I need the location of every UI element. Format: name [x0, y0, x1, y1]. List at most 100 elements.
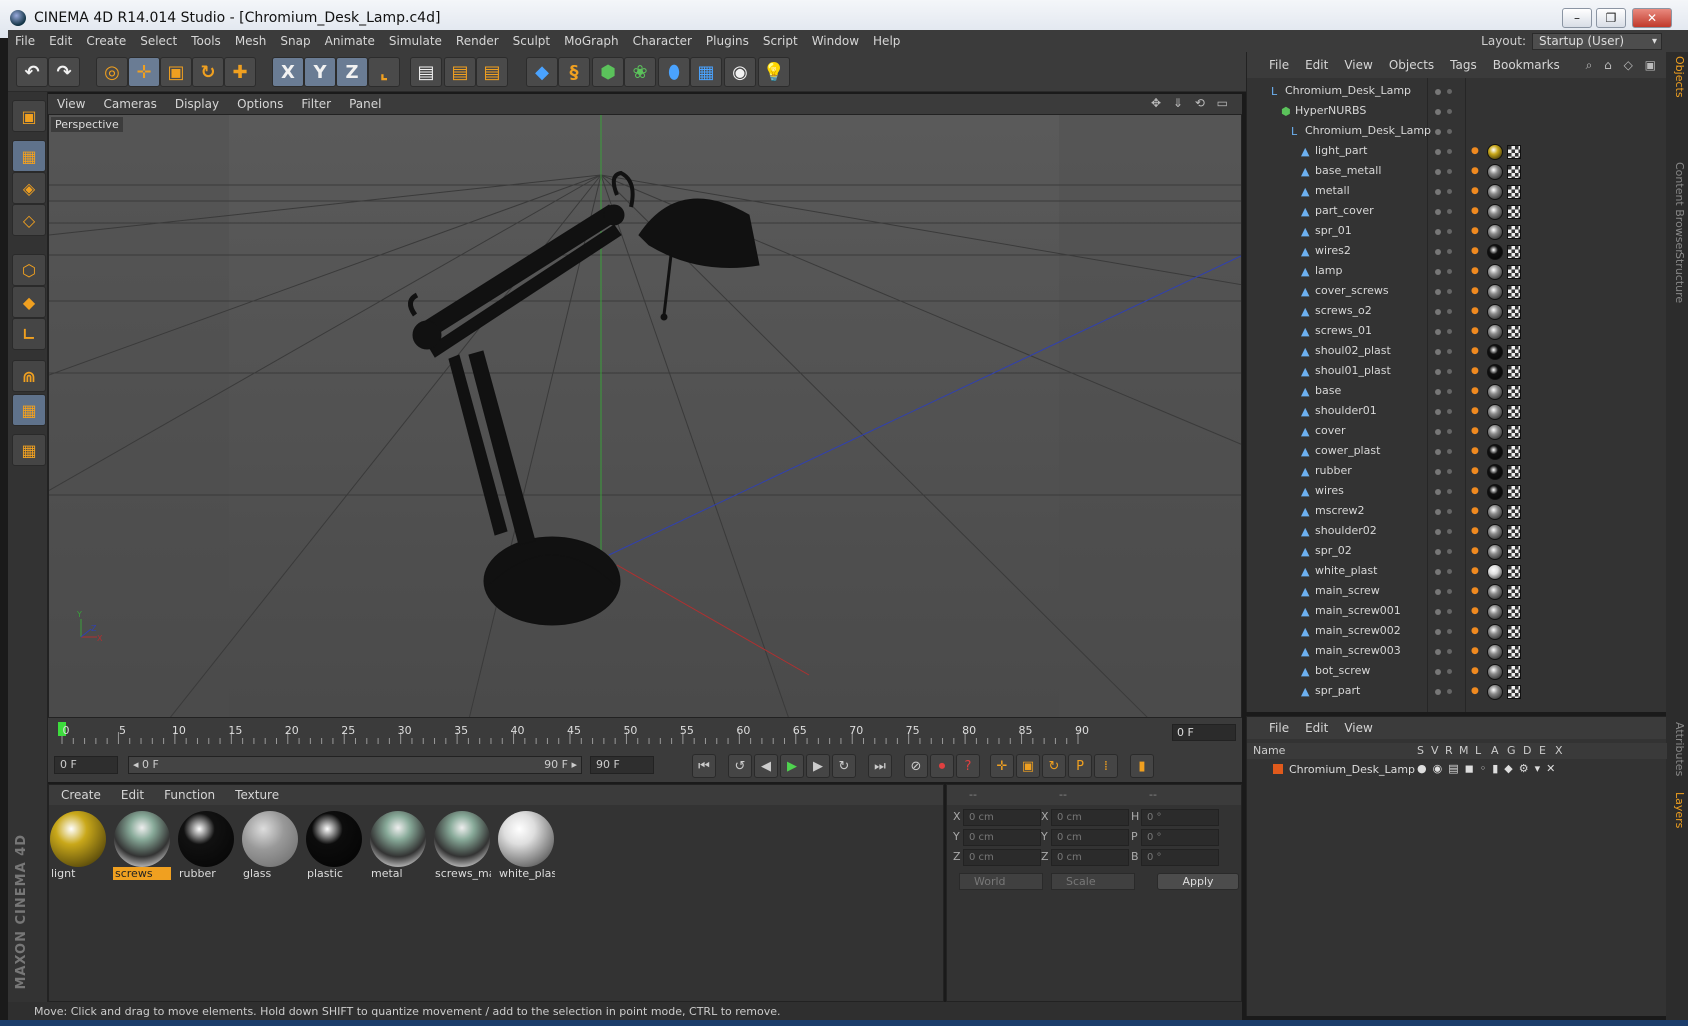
coordinate-value-field[interactable]: 0 °: [1141, 809, 1219, 826]
material-swatch[interactable]: metal: [369, 809, 427, 881]
viewport-menu-panel[interactable]: Panel: [340, 94, 390, 114]
material-tag-icon[interactable]: [1487, 444, 1503, 460]
side-tab-attributes[interactable]: Attributes: [1668, 722, 1686, 776]
uvw-tag-icon[interactable]: [1507, 265, 1521, 279]
mograph-button[interactable]: ❀: [624, 57, 656, 87]
light-button[interactable]: 💡: [758, 57, 790, 87]
scale-key-button[interactable]: ▣: [1016, 754, 1040, 778]
coordinate-value-field[interactable]: 0 cm: [1051, 849, 1129, 866]
coordinate-value-field[interactable]: 0 cm: [963, 809, 1041, 826]
layer-color-swatch[interactable]: [1273, 764, 1283, 774]
phong-tag-icon[interactable]: ●: [1471, 326, 1479, 338]
render-dot[interactable]: [1447, 109, 1452, 114]
timeline-button[interactable]: ▮: [1130, 754, 1154, 778]
material-tag-icon[interactable]: [1487, 204, 1503, 220]
material-swatch[interactable]: screws_mai: [433, 809, 491, 881]
material-swatch[interactable]: screws: [113, 809, 171, 881]
render-dot[interactable]: [1447, 469, 1452, 474]
range-slider[interactable]: ◂ 0 F 90 F ▸: [128, 756, 582, 774]
undo-button[interactable]: ↶: [16, 57, 48, 87]
material-tag-icon[interactable]: [1487, 144, 1503, 160]
layer-menu-edit[interactable]: Edit: [1297, 717, 1336, 739]
phong-tag-icon[interactable]: ●: [1471, 406, 1479, 418]
menu-animate[interactable]: Animate: [318, 30, 382, 52]
uvw-tag-icon[interactable]: [1507, 425, 1521, 439]
phong-tag-icon[interactable]: ●: [1471, 526, 1479, 538]
snap-button[interactable]: ▦: [12, 394, 46, 426]
viewport-menu-display[interactable]: Display: [166, 94, 228, 114]
next-frame-button[interactable]: ▶: [806, 754, 830, 778]
coordinate-value-field[interactable]: 0 cm: [963, 849, 1041, 866]
layer-menu-file[interactable]: File: [1261, 717, 1297, 739]
go-to-end-button[interactable]: ⏭: [868, 754, 892, 778]
visibility-dot[interactable]: [1435, 489, 1441, 495]
visibility-dot[interactable]: [1435, 589, 1441, 595]
material-tag-icon[interactable]: [1487, 684, 1503, 700]
render-picture-viewer-button[interactable]: ▤: [444, 57, 476, 87]
material-tag-icon[interactable]: [1487, 484, 1503, 500]
object-row[interactable]: ▲ shoul02_plast ●: [1247, 342, 1667, 362]
menu-simulate[interactable]: Simulate: [382, 30, 449, 52]
texture-mode-button[interactable]: ▦: [12, 140, 46, 172]
play-button[interactable]: ▶: [780, 754, 804, 778]
render-dot[interactable]: [1447, 149, 1452, 154]
phong-tag-icon[interactable]: ●: [1471, 266, 1479, 278]
previous-frame-button[interactable]: ◀: [754, 754, 778, 778]
object-row[interactable]: ▲ spr_02 ●: [1247, 542, 1667, 562]
menu-snap[interactable]: Snap: [273, 30, 317, 52]
visibility-dot[interactable]: [1435, 689, 1441, 695]
axis-mode-button[interactable]: ∟: [12, 318, 46, 350]
object-row[interactable]: ▲ screws_o2 ●: [1247, 302, 1667, 322]
material-menu-texture[interactable]: Texture: [227, 785, 287, 805]
close-button[interactable]: ✕: [1632, 8, 1672, 28]
visibility-dot[interactable]: [1435, 169, 1441, 175]
side-tab-layers[interactable]: Layers: [1668, 792, 1686, 828]
visibility-dot[interactable]: [1435, 389, 1441, 395]
previous-key-button[interactable]: ↺: [728, 754, 752, 778]
material-tag-icon[interactable]: [1487, 244, 1503, 260]
object-row[interactable]: ▲ base ●: [1247, 382, 1667, 402]
material-tag-icon[interactable]: [1487, 604, 1503, 620]
visibility-dot[interactable]: [1435, 209, 1441, 215]
render-dot[interactable]: [1447, 489, 1452, 494]
visibility-dot[interactable]: [1435, 649, 1441, 655]
render-dot[interactable]: [1447, 649, 1452, 654]
deformer-button[interactable]: ⬮: [658, 57, 690, 87]
render-dot[interactable]: [1447, 549, 1452, 554]
phong-tag-icon[interactable]: ●: [1471, 346, 1479, 358]
viewport-menu-options[interactable]: Options: [228, 94, 292, 114]
layer-row[interactable]: Chromium_Desk_Lamp ●◉▤◼◦▮◆⚙▾✕: [1247, 761, 1667, 779]
visibility-dot[interactable]: [1435, 549, 1441, 555]
material-tag-icon[interactable]: [1487, 324, 1503, 340]
object-row[interactable]: L Chromium_Desk_Lamp: [1247, 122, 1667, 142]
material-menu-create[interactable]: Create: [53, 785, 109, 805]
object-row[interactable]: ▲ wires2 ●: [1247, 242, 1667, 262]
object-menu-view[interactable]: View: [1336, 52, 1380, 78]
side-tab-structure[interactable]: Structure: [1668, 252, 1686, 303]
visibility-dot[interactable]: [1435, 449, 1441, 455]
visibility-dot[interactable]: [1435, 229, 1441, 235]
coordinate-space-dropdown[interactable]: World: [959, 873, 1043, 890]
material-tag-icon[interactable]: [1487, 284, 1503, 300]
perspective-viewport[interactable]: Y Z X Perspective: [48, 114, 1242, 718]
render-dot[interactable]: [1447, 309, 1452, 314]
phong-tag-icon[interactable]: ●: [1471, 666, 1479, 678]
render-dot[interactable]: [1447, 569, 1452, 574]
next-key-button[interactable]: ↻: [832, 754, 856, 778]
render-dot[interactable]: [1447, 629, 1452, 634]
object-row[interactable]: ▲ shoulder01 ●: [1247, 402, 1667, 422]
material-swatch[interactable]: white_plas: [497, 809, 555, 881]
coordinate-value-field[interactable]: 0 cm: [963, 829, 1041, 846]
uvw-tag-icon[interactable]: [1507, 545, 1521, 559]
render-dot[interactable]: [1447, 669, 1452, 674]
phong-tag-icon[interactable]: ●: [1471, 246, 1479, 258]
object-search-icons[interactable]: ⌕ ⌂ ◇ ▣: [1586, 58, 1660, 73]
uvw-tag-icon[interactable]: [1507, 485, 1521, 499]
object-row[interactable]: ▲ main_screw001 ●: [1247, 602, 1667, 622]
uvw-tag-icon[interactable]: [1507, 465, 1521, 479]
model-mode-button[interactable]: ▣: [12, 100, 46, 132]
object-menu-edit[interactable]: Edit: [1297, 52, 1336, 78]
material-swatch[interactable]: glass: [241, 809, 299, 881]
material-swatch[interactable]: lignt: [49, 809, 107, 881]
apply-button[interactable]: Apply: [1157, 873, 1239, 890]
